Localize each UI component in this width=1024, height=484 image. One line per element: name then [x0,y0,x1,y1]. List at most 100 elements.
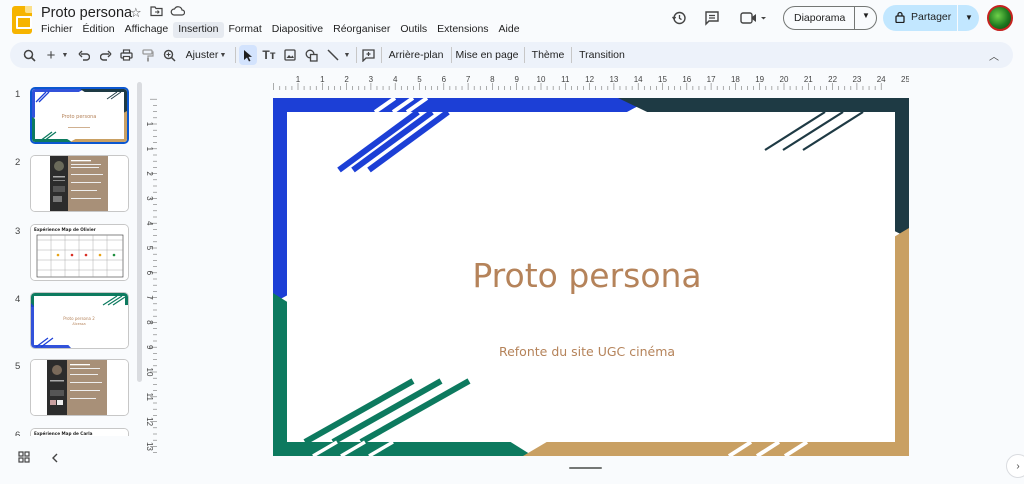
current-slide[interactable]: Proto persona Refonte du site UGC cinéma [273,98,909,456]
ruler-label: 22 [828,75,837,84]
slide-thumbnail-2-art [31,156,128,211]
toolbar: + ▼ Ajuster ▼ Tт ▼ Arrière-plan Mise en … [10,42,1013,68]
shape-icon[interactable] [303,45,319,65]
insert-image-icon[interactable] [282,45,298,65]
line-dropdown-icon[interactable]: ▼ [342,45,352,65]
menu-format[interactable]: Format [224,22,267,38]
paint-format-icon[interactable] [140,45,156,65]
version-history-icon[interactable] [667,6,691,30]
toolbar-separator [235,47,236,63]
toolbar-separator [451,47,452,63]
slide-thumbnail-4-subtitle: Aïcessa [72,322,85,326]
ruler-label: 10 [537,75,546,84]
add-comment-icon[interactable] [360,45,376,65]
ruler-label: 18 [731,75,740,84]
slide-thumbnail-3-title: Expérience Map de Olivier [34,227,97,232]
ruler-label: 2 [344,75,349,84]
background-button[interactable]: Arrière-plan [387,45,445,65]
ruler-label: 16 [682,75,691,84]
ruler-label: 3 [145,196,154,201]
grid-view-icon[interactable] [18,451,30,466]
theme-button[interactable]: Thème [529,45,567,65]
ruler-label: 1 [296,75,301,84]
menu-extensions[interactable]: Extensions [432,22,493,38]
ruler-label: 7 [145,295,154,300]
share-dropdown-icon[interactable]: ▼ [965,13,973,22]
ruler-label: 8 [145,320,154,325]
undo-icon[interactable] [76,45,92,65]
select-cursor-icon[interactable] [239,45,257,65]
menu-file[interactable]: Fichier [36,22,78,38]
menu-tools[interactable]: Outils [395,22,432,38]
slide-thumbnail-3[interactable]: Expérience Map de Olivier [30,224,129,281]
slide-thumbnail-5-art [31,360,128,415]
menu-insert[interactable]: Insertion [173,22,224,38]
slide-thumbnail-6-title: Expérience Map de Carla [34,431,93,436]
collapse-filmstrip-icon[interactable] [51,452,59,466]
slide-title-text[interactable]: Proto persona [273,256,901,295]
ruler-label: 6 [145,271,154,276]
menu-slide[interactable]: Diapositive [267,22,328,38]
menu-view[interactable]: Affichage [120,22,174,38]
slide-thumbnail-2[interactable] [30,155,129,212]
menu-arrange[interactable]: Réorganiser [328,22,395,38]
notes-resize-handle[interactable] [569,467,602,469]
ruler-label: 3 [369,75,374,84]
share-button[interactable]: Partager ▼ [883,5,979,31]
ruler-label: 9 [145,345,154,350]
slide-number: 1 [15,89,21,100]
transition-button[interactable]: Transition [576,45,628,65]
comments-icon[interactable] [700,6,724,30]
document-title[interactable]: Proto persona [41,5,132,21]
ruler-label: 10 [145,368,154,377]
text-box-icon[interactable]: Tт [261,45,277,65]
ruler-label: 6 [442,75,447,84]
share-divider [957,5,958,31]
slide-thumbnail-1[interactable]: Proto persona [30,87,129,144]
ruler-label: 15 [658,75,667,84]
search-menus-icon[interactable] [20,45,38,65]
menu-bar: Fichier Édition Affichage Insertion Form… [36,22,525,38]
slide-subtitle-text[interactable]: Refonte du site UGC cinéma [273,344,901,359]
ruler-label: 11 [561,75,570,84]
ruler-label: 1 [320,75,325,84]
slide-thumbnail-5[interactable] [30,359,129,416]
zoom-dropdown-icon[interactable]: ▼ [218,45,228,65]
slide-thumbnail-6[interactable]: Expérience Map de Carla [30,428,129,436]
slides-logo-icon[interactable] [12,6,32,34]
star-icon[interactable]: ☆ [130,5,142,21]
meet-call-icon[interactable] [737,6,769,30]
menu-help[interactable]: Aide [494,22,525,38]
cloud-status-icon[interactable] [170,5,186,20]
filmstrip: 1 Proto persona 2 3 Expérience Map de Ol… [0,82,146,436]
horizontal-ruler[interactable]: 1 1 2 3 4 5 6 7 8 9 10 11 12 13 14 15 16 17 18 19 20 21 22 23 24… [273,74,909,90]
layout-button[interactable]: Mise en page [455,45,518,65]
slideshow-dropdown-icon[interactable]: ▼ [862,11,870,20]
move-folder-icon[interactable] [150,5,163,20]
slide-number: 2 [15,157,21,168]
slide-thumbnail-4[interactable]: Proto persona 2 Aïcessa [30,292,129,349]
menu-edit[interactable]: Édition [78,22,120,38]
redo-icon[interactable] [98,45,114,65]
ruler-label: 17 [707,75,716,84]
slide-thumbnail-1-title: Proto persona [62,114,97,120]
print-icon[interactable] [118,45,134,65]
ruler-label: 1 [145,122,154,127]
ruler-label: 11 [145,393,154,402]
ruler-label: 9 [514,75,519,84]
vertical-ruler[interactable]: 11234567891011121314 [141,98,157,456]
slideshow-button[interactable]: Diaporama ▼ [783,6,877,30]
toolbar-separator [381,47,382,63]
zoom-icon[interactable] [161,45,177,65]
side-panel-toggle-icon[interactable]: › [1006,454,1024,478]
slideshow-divider [854,7,855,29]
ruler-label: 5 [417,75,422,84]
collapse-toolbar-icon[interactable]: ︿ [986,45,1002,65]
account-avatar[interactable] [987,5,1013,31]
new-slide-plus-icon[interactable]: + [44,45,58,65]
zoom-select[interactable]: Ajuster [182,45,222,65]
line-icon[interactable] [325,45,341,65]
new-slide-dropdown-icon[interactable]: ▼ [60,45,70,65]
slide-thumbnail-4-art: Proto persona 2 Aïcessa [31,293,128,348]
slide-number: 4 [15,294,21,305]
